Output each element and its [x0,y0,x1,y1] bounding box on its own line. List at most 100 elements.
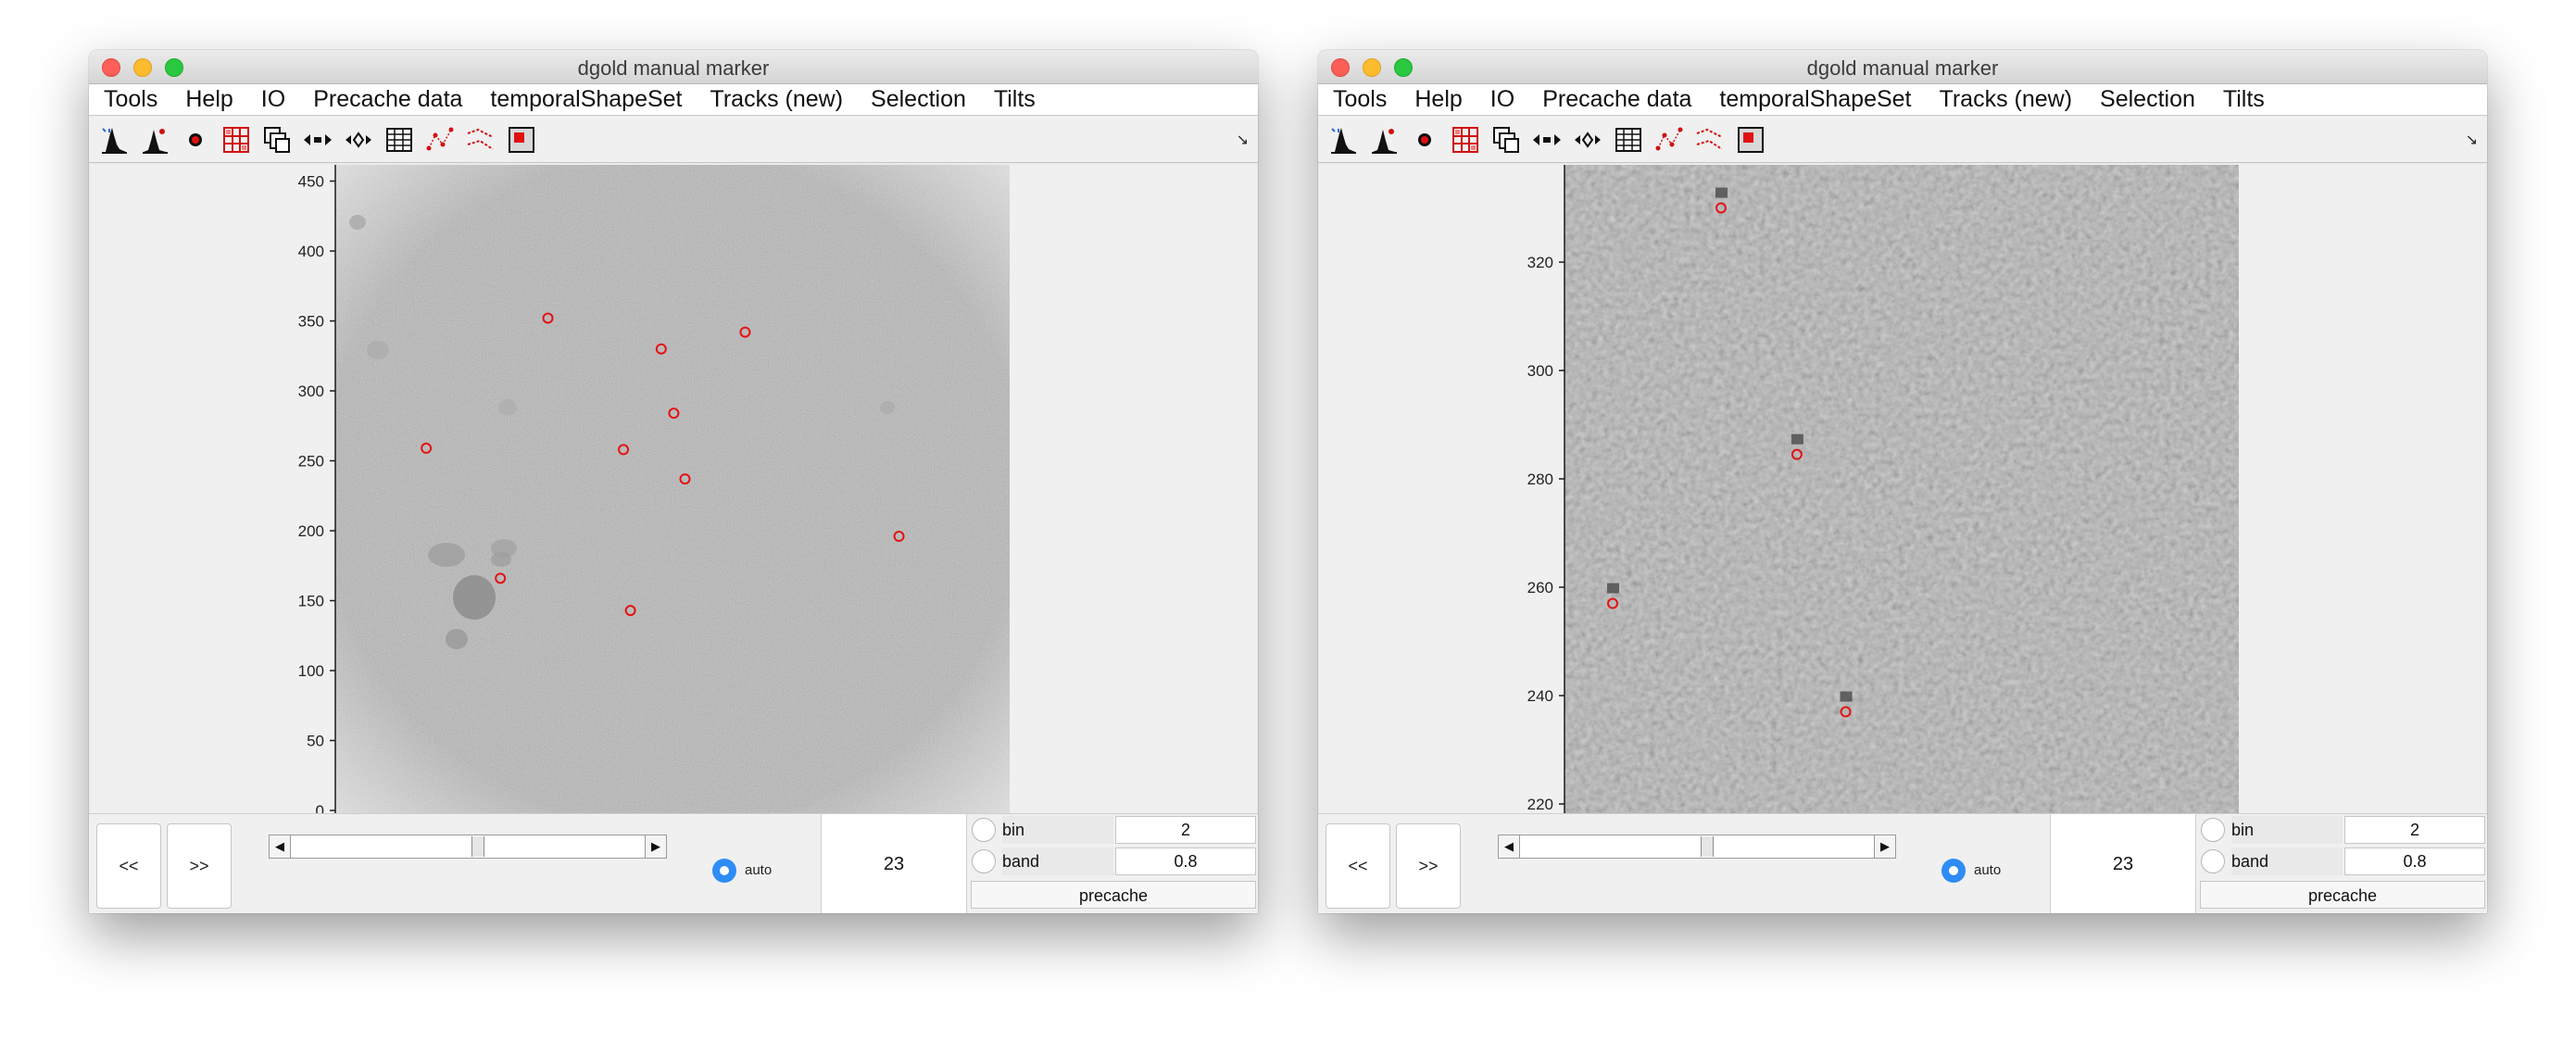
micrograph-edge [335,165,1010,813]
red-grid-icon[interactable] [1450,124,1481,156]
align-arrows-icon[interactable] [343,124,374,156]
menu-tilts[interactable]: Tilts [2223,86,2265,113]
histogram-icon[interactable] [1327,124,1359,156]
menu-help[interactable]: Help [185,86,232,113]
menu-selection[interactable]: Selection [2100,86,2195,113]
copy-stack-icon[interactable] [261,124,293,156]
micrograph-zoom-noise [1564,165,2239,813]
track-lines-icon[interactable] [1694,124,1726,156]
menu-tracks-new[interactable]: Tracks (new) [710,86,844,113]
y-tick-label: 450 [298,173,324,191]
y-tick-label: 320 [1527,254,1553,271]
auto-radio[interactable] [1941,859,1966,883]
histogram-icon[interactable] [98,124,130,156]
track-lines-icon[interactable] [465,124,496,156]
menu-bar: Tools Help IO Precache data temporalShap… [89,84,1258,116]
table-icon[interactable] [383,124,415,156]
band-input[interactable]: 0.8 [1115,847,1256,875]
y-tick-label: 0 [316,802,324,813]
y-tick-label: 250 [298,453,324,471]
slider-right-arrow-icon[interactable]: ▶ [1874,835,1895,858]
y-tick-label: 400 [298,243,324,260]
move-arrows-icon[interactable] [1531,124,1563,156]
menu-temporal-shape-set[interactable]: temporalShapeSet [490,86,682,113]
band-label: band [1002,847,1113,875]
window-right: dgold manual marker Tools Help IO Precac… [1318,50,2487,913]
align-arrows-icon[interactable] [1572,124,1603,156]
gold-bead [1840,691,1853,702]
slider-right-arrow-icon[interactable]: ▶ [645,835,666,858]
bin-label: bin [1002,816,1113,844]
title-bar[interactable]: dgold manual marker [89,50,1258,84]
y-tick-label: 100 [298,662,324,680]
menu-precache-data[interactable]: Precache data [1542,86,1691,113]
precache-button[interactable]: precache [2200,881,2485,909]
red-grid-icon[interactable] [220,124,252,156]
y-tick-label: 280 [1527,471,1553,488]
y-tick-label: 150 [298,593,324,610]
menu-io[interactable]: IO [261,86,285,113]
copy-stack-icon[interactable] [1490,124,1522,156]
slider-thumb[interactable] [1701,836,1714,857]
next-frame-button[interactable]: >> [1396,823,1461,909]
red-dot-icon[interactable] [1409,124,1440,156]
plot-canvas[interactable]: 320 300 280 260 240 220 [1320,165,2485,813]
band-row: band 0.8 [2198,847,2485,875]
control-panel: << >> ◀ ▶ auto 23 bin 2 band 0.8 precach… [89,813,1258,913]
menu-temporal-shape-set[interactable]: temporalShapeSet [1719,86,1911,113]
title-bar[interactable]: dgold manual marker [1318,50,2487,84]
menu-precache-data[interactable]: Precache data [313,86,462,113]
scatter-markers-icon[interactable] [1653,124,1685,156]
y-tick-label: 350 [298,313,324,331]
frame-number-field[interactable]: 23 [2050,814,2196,913]
slider-left-arrow-icon[interactable]: ◀ [1499,835,1520,858]
histogram-point-icon[interactable] [1368,124,1400,156]
frame-number-field[interactable]: 23 [821,814,967,913]
auto-radio[interactable] [712,859,736,883]
window-title: dgold manual marker [577,56,770,80]
band-label: band [2231,847,2343,875]
red-square-icon[interactable] [1735,124,1766,156]
frame-slider[interactable]: ◀ ▶ [269,835,667,859]
red-square-icon[interactable] [506,124,537,156]
menu-help[interactable]: Help [1414,86,1462,113]
frame-slider[interactable]: ◀ ▶ [1498,835,1896,859]
band-radio[interactable] [2201,849,2225,873]
band-radio[interactable] [972,849,996,873]
bin-input[interactable]: 2 [1115,816,1256,844]
red-dot-icon[interactable] [180,124,211,156]
band-row: band 0.8 [969,847,1256,875]
bin-radio[interactable] [972,818,996,842]
gold-bead [1791,433,1803,445]
menu-tracks-new[interactable]: Tracks (new) [1940,86,2073,113]
y-tick-label: 260 [1527,579,1553,596]
y-tick-label: 50 [307,733,324,750]
bin-radio[interactable] [2201,818,2225,842]
band-input[interactable]: 0.8 [2344,847,2485,875]
menu-selection[interactable]: Selection [871,86,966,113]
slider-thumb[interactable] [471,836,484,857]
plot-canvas[interactable]: 450 400 350 300 250 200 150 100 50 0 [91,165,1256,813]
table-icon[interactable] [1613,124,1644,156]
y-tick-label: 240 [1527,687,1553,705]
menu-tools[interactable]: Tools [104,86,157,113]
slider-left-arrow-icon[interactable]: ◀ [270,835,291,858]
previous-frame-button[interactable]: << [96,823,161,909]
control-panel: << >> ◀ ▶ auto 23 bin 2 band 0.8 precach… [1318,813,2487,913]
bin-row: bin 2 [2198,816,2485,844]
expand-arrow-icon[interactable]: ↘ [2466,131,2478,149]
histogram-point-icon[interactable] [139,124,170,156]
image-axes[interactable]: 320 300 280 260 240 220 [1320,165,2485,813]
menu-io[interactable]: IO [1490,86,1514,113]
gold-bead [1607,583,1619,594]
expand-arrow-icon[interactable]: ↘ [1237,131,1249,149]
previous-frame-button[interactable]: << [1326,823,1390,909]
image-axes[interactable]: 450 400 350 300 250 200 150 100 50 0 [91,165,1256,813]
bin-input[interactable]: 2 [2344,816,2485,844]
next-frame-button[interactable]: >> [167,823,232,909]
scatter-markers-icon[interactable] [424,124,456,156]
menu-tilts[interactable]: Tilts [994,86,1036,113]
move-arrows-icon[interactable] [302,124,333,156]
precache-button[interactable]: precache [971,881,1256,909]
menu-tools[interactable]: Tools [1333,86,1387,113]
